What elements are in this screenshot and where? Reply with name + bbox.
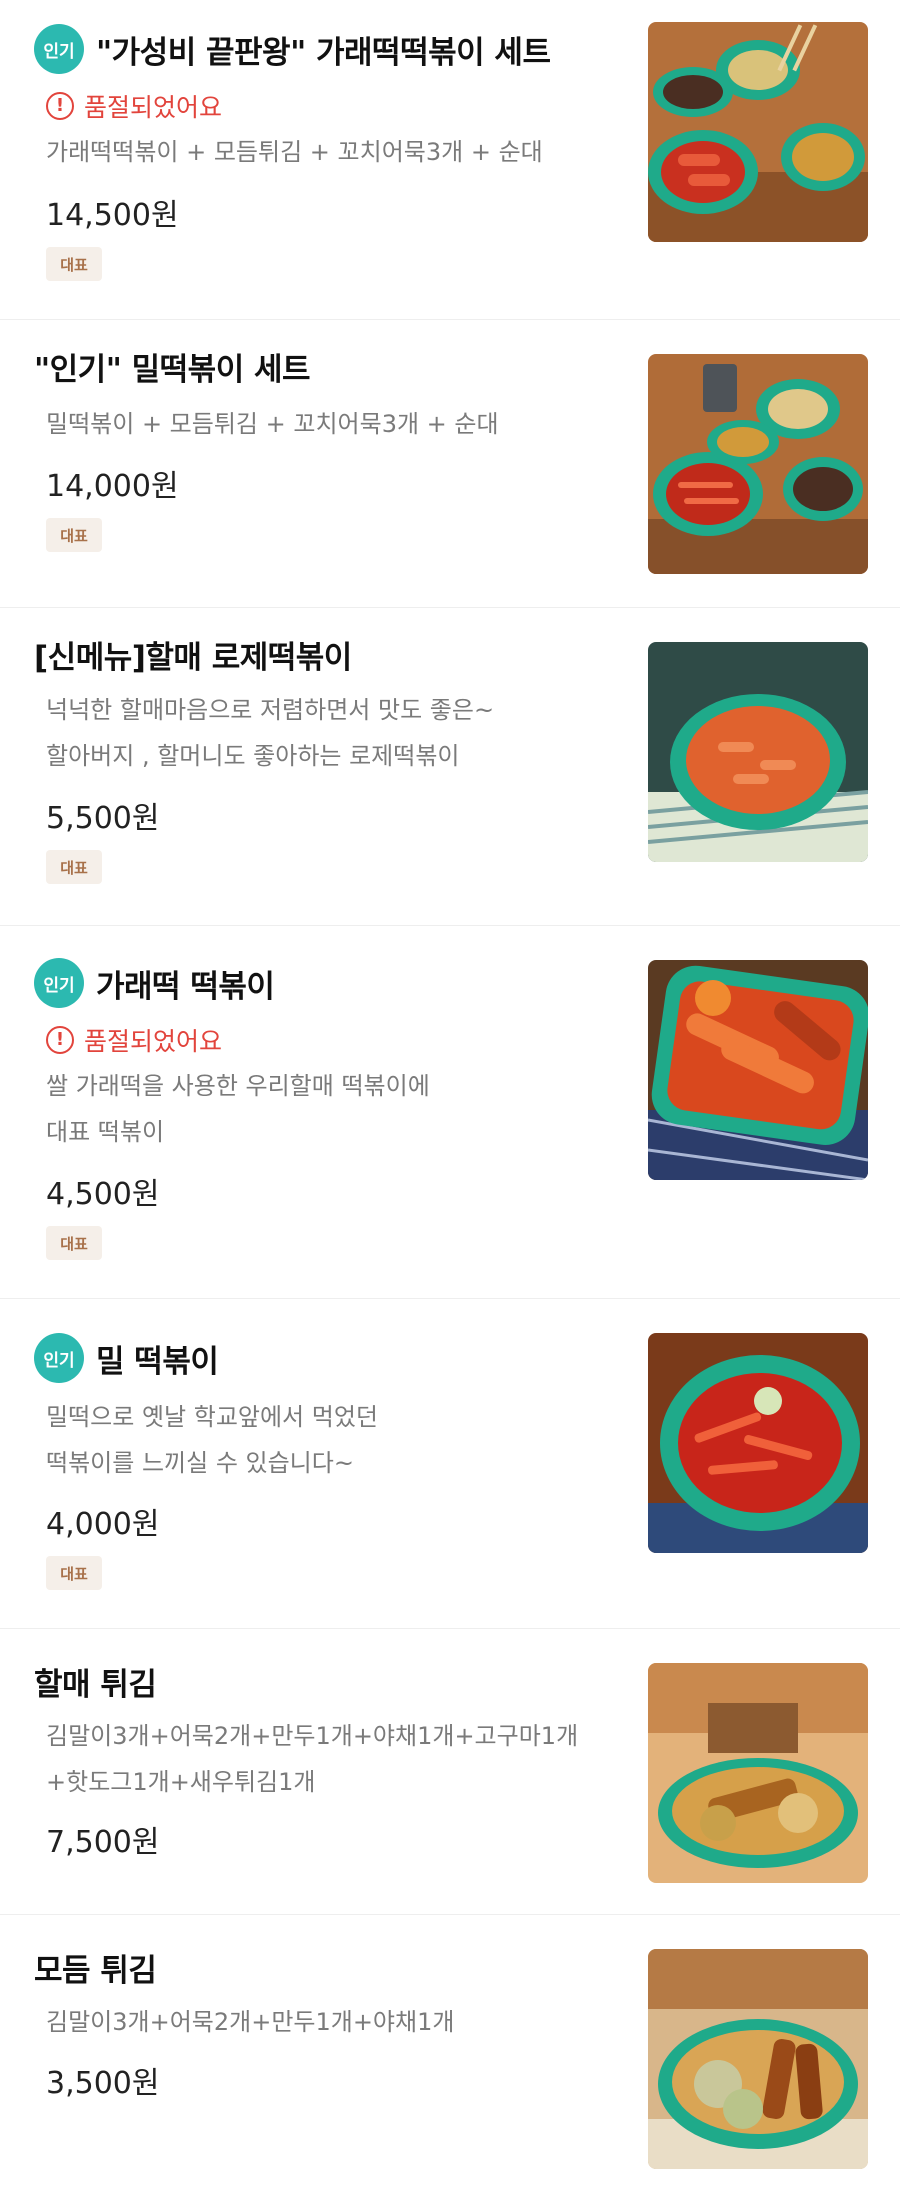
item-description: 쌀 가래떡을 사용한 우리할매 떡볶이에 대표 떡볶이: [46, 1063, 646, 1155]
item-name: 가래떡 떡볶이: [96, 968, 275, 1005]
desc-line: 김말이3개+어묵2개+만두1개+야채1개+고구마1개: [46, 1722, 579, 1750]
item-price: 14,500원: [46, 198, 179, 233]
menu-item[interactable]: 인기 밀 떡볶이 밀떡으로 옛날 학교앞에서 먹었던 떡볶이를 느끼실 수 있습…: [0, 1299, 900, 1629]
soldout-label: 품절되었어요: [84, 93, 223, 122]
menu-item[interactable]: [신메뉴]할매 로제떡볶이 넉넉한 할매마음으로 저렴하면서 맛도 좋은~ 할아…: [0, 608, 900, 926]
tteokbokki-set-photo[interactable]: [648, 22, 868, 242]
item-description: 밀떡으로 옛날 학교앞에서 먹었던 떡볶이를 느끼실 수 있습니다~: [46, 1394, 646, 1486]
desc-line: 밀떡볶이 + 모듬튀김 + 꼬치어묵3개 + 순대: [46, 410, 499, 438]
menu-item[interactable]: 인기 "가성비 끝판왕" 가래떡떡볶이 세트 ! 품절되었어요 가래떡떡볶이 +…: [0, 0, 900, 320]
item-price: 4,000원: [46, 1507, 160, 1542]
item-name: [신메뉴]할매 로제떡볶이: [34, 640, 352, 676]
assorted-fried-photo[interactable]: [648, 1949, 868, 2169]
item-price: 7,500원: [46, 1825, 160, 1860]
desc-line: 쌀 가래떡을 사용한 우리할매 떡볶이에: [46, 1072, 430, 1100]
desc-line: 할아버지 , 할머니도 좋아하는 로제떡볶이: [46, 742, 460, 770]
wheat-tteokbokki-set-photo[interactable]: [648, 354, 868, 574]
item-name: "가성비 끝판왕" 가래떡떡볶이 세트: [96, 34, 551, 71]
wheat-tteokbokki-photo[interactable]: [648, 1333, 868, 1553]
popular-badge: 인기: [34, 24, 84, 74]
soldout-notice: ! 품절되었어요: [46, 1022, 222, 1058]
representative-badge: 대표: [46, 518, 102, 552]
desc-line: 가래떡떡볶이 + 모듬튀김 + 꼬치어묵3개 + 순대: [46, 138, 543, 166]
item-title-row: 인기 가래떡 떡볶이: [34, 958, 275, 1008]
fried-platter-photo[interactable]: [648, 1663, 868, 1883]
menu-item[interactable]: 인기 가래떡 떡볶이 ! 품절되었어요 쌀 가래떡을 사용한 우리할매 떡볶이에…: [0, 926, 900, 1299]
soldout-notice: ! 품절되었어요: [46, 88, 222, 124]
desc-line: 김말이3개+어묵2개+만두1개+야채1개: [46, 2008, 455, 2036]
item-name: 밀 떡볶이: [96, 1343, 219, 1380]
rose-tteokbokki-photo[interactable]: [648, 642, 868, 862]
item-description: 넉넉한 할매마음으로 저렴하면서 맛도 좋은~ 할아버지 , 할머니도 좋아하는…: [46, 687, 646, 779]
menu-item[interactable]: 할매 튀김 김말이3개+어묵2개+만두1개+야채1개+고구마1개 +핫도그1개+…: [0, 1629, 900, 1915]
item-description: 김말이3개+어묵2개+만두1개+야채1개: [46, 1999, 646, 2045]
representative-badge: 대표: [46, 850, 102, 884]
item-title-row: 할매 튀김: [34, 1659, 157, 1704]
desc-line: 떡볶이를 느끼실 수 있습니다~: [46, 1449, 354, 1477]
item-price: 5,500원: [46, 801, 160, 836]
item-name: 모듬 튀김: [34, 1953, 157, 1989]
popular-badge: 인기: [34, 958, 84, 1008]
item-name: 할매 튀김: [34, 1667, 157, 1703]
representative-badge: 대표: [46, 1226, 102, 1260]
item-title-row: 모듬 튀김: [34, 1945, 157, 1990]
soldout-label: 품절되었어요: [84, 1027, 223, 1056]
item-title-row: [신메뉴]할매 로제떡볶이: [34, 632, 352, 677]
item-title-row: 인기 "가성비 끝판왕" 가래떡떡볶이 세트: [34, 24, 551, 74]
representative-badge: 대표: [46, 1556, 102, 1590]
rice-cake-tteokbokki-photo[interactable]: [648, 960, 868, 1180]
item-title-row: "인기" 밀떡볶이 세트: [34, 344, 311, 389]
alert-circle-icon: !: [46, 92, 74, 120]
item-description: 김말이3개+어묵2개+만두1개+야채1개+고구마1개 +핫도그1개+새우튀김1개: [46, 1713, 646, 1805]
menu-item[interactable]: "인기" 밀떡볶이 세트 밀떡볶이 + 모듬튀김 + 꼬치어묵3개 + 순대 1…: [0, 320, 900, 608]
menu-item[interactable]: 모듬 튀김 김말이3개+어묵2개+만두1개+야채1개 3,500원: [0, 1915, 900, 2192]
popular-badge: 인기: [34, 1333, 84, 1383]
alert-circle-icon: !: [46, 1026, 74, 1054]
desc-line: 넉넉한 할매마음으로 저렴하면서 맛도 좋은~: [46, 696, 495, 724]
item-price: 3,500원: [46, 2066, 160, 2101]
desc-line: 밀떡으로 옛날 학교앞에서 먹었던: [46, 1403, 379, 1431]
item-description: 밀떡볶이 + 모듬튀김 + 꼬치어묵3개 + 순대: [46, 401, 646, 447]
representative-badge: 대표: [46, 247, 102, 281]
item-title-row: 인기 밀 떡볶이: [34, 1333, 219, 1383]
desc-line: +핫도그1개+새우튀김1개: [46, 1768, 316, 1796]
item-price: 14,000원: [46, 469, 179, 504]
item-price: 4,500원: [46, 1177, 160, 1212]
item-description: 가래떡떡볶이 + 모듬튀김 + 꼬치어묵3개 + 순대: [46, 129, 646, 175]
desc-line: 대표 떡볶이: [46, 1118, 165, 1146]
item-name: "인기" 밀떡볶이 세트: [34, 352, 311, 388]
